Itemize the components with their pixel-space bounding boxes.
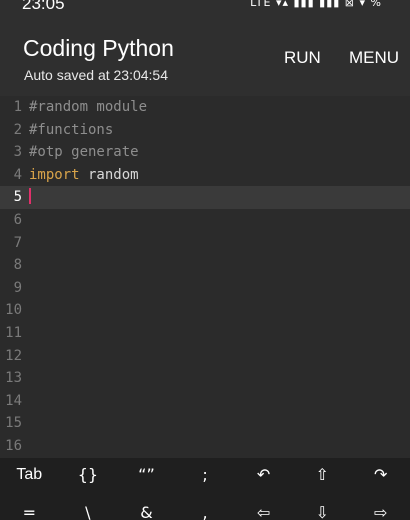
line-code: import random: [29, 164, 139, 187]
semicolon-key[interactable]: ;: [176, 458, 235, 492]
status-time: 23:05: [22, 0, 65, 13]
code-comment: #otp generate: [29, 144, 139, 161]
extra-keys-bar: Tab{} “”; ↶ ⇧ ↷ = \ &, ⇦ ⇩ ⇨: [0, 458, 410, 520]
line-number: 4: [13, 166, 22, 183]
line-number: 5: [13, 189, 22, 206]
arrow-right-icon[interactable]: ⇨: [351, 496, 410, 520]
menu-button[interactable]: MENU: [349, 48, 399, 68]
arrow-up-icon[interactable]: ⇧: [293, 458, 352, 492]
line-number: 14: [5, 392, 22, 409]
code-line[interactable]: 3 #otp generate: [0, 141, 410, 164]
code-line[interactable]: 7: [0, 232, 410, 255]
redo-icon[interactable]: ↷: [351, 458, 410, 492]
code-line[interactable]: 13: [0, 367, 410, 390]
code-line[interactable]: 9: [0, 277, 410, 300]
status-bar: 23:05 LTE ▾▴ ▮▮▮ ▮▮▮ ⊠ ▾ %: [0, 0, 410, 22]
status-icons: LTE ▾▴ ▮▮▮ ▮▮▮ ⊠ ▾ %: [250, 0, 382, 9]
code-line[interactable]: 12: [0, 345, 410, 368]
line-number: 10: [5, 302, 22, 319]
backslash-key[interactable]: \: [59, 496, 118, 520]
line-number: 3: [13, 144, 22, 161]
code-line[interactable]: 10: [0, 299, 410, 322]
line-number: 9: [13, 279, 22, 296]
undo-icon[interactable]: ↶: [234, 458, 293, 492]
line-number: 8: [13, 257, 22, 274]
line-code: [29, 186, 31, 209]
comma-key[interactable]: ,: [176, 496, 235, 520]
autosave-status: Auto saved at 23:04:54: [24, 67, 168, 83]
line-number: 15: [5, 415, 22, 432]
code-keyword: import: [29, 166, 80, 183]
code-line[interactable]: 5: [0, 186, 410, 209]
line-code: #random module: [29, 96, 147, 119]
line-number: 12: [5, 347, 22, 364]
code-text: random: [79, 166, 139, 183]
code-line[interactable]: 2 #functions: [0, 119, 410, 142]
code-line[interactable]: 4 import random: [0, 164, 410, 187]
line-code: #functions: [29, 119, 113, 142]
code-line[interactable]: 15: [0, 412, 410, 435]
code-line[interactable]: 8: [0, 254, 410, 277]
line-number: 7: [13, 234, 22, 251]
arrow-left-icon[interactable]: ⇦: [234, 496, 293, 520]
code-comment: #random module: [29, 99, 148, 115]
extra-keys-row-2: = \ &, ⇦ ⇩ ⇨: [0, 496, 410, 520]
code-line[interactable]: 14: [0, 390, 410, 413]
text-cursor: [29, 188, 31, 205]
line-number: 13: [5, 370, 22, 387]
code-line[interactable]: 16: [0, 435, 410, 458]
code-comment: #functions: [29, 121, 114, 138]
line-number: 2: [13, 121, 22, 138]
equals-key[interactable]: =: [0, 496, 59, 520]
code-line[interactable]: 1 #random module: [0, 96, 410, 119]
app-title: Coding Python: [23, 35, 174, 61]
code-line[interactable]: 6: [0, 209, 410, 232]
code-line[interactable]: 11: [0, 322, 410, 345]
quotes-key[interactable]: “”: [117, 458, 176, 492]
extra-keys-row-1: Tab{} “”; ↶ ⇧ ↷: [0, 458, 410, 492]
app-bar: Coding Python Auto saved at 23:04:54 RUN…: [0, 22, 410, 96]
ampersand-key[interactable]: &: [117, 496, 176, 520]
code-editor[interactable]: 1 #random module 2 #functions 3 #otp generate…: [0, 96, 410, 458]
line-number: 1: [13, 99, 22, 115]
line-number: 11: [5, 324, 22, 341]
run-button[interactable]: RUN: [284, 48, 321, 68]
line-code: #otp generate: [29, 141, 139, 164]
tab-key[interactable]: Tab: [0, 458, 59, 492]
arrow-down-icon[interactable]: ⇩: [293, 496, 352, 520]
line-number: 16: [5, 437, 22, 454]
braces-key[interactable]: {}: [59, 458, 118, 492]
line-number: 6: [13, 211, 22, 228]
